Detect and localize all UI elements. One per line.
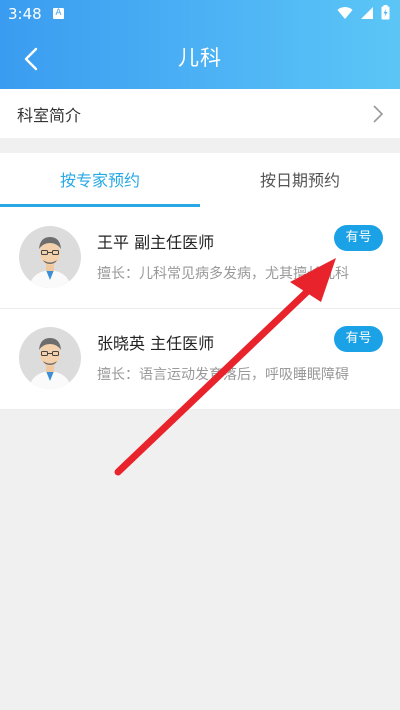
app-header: 3:48 A 儿科 — [0, 0, 400, 89]
booking-tabs: 按专家预约 按日期预约 — [0, 153, 400, 208]
department-intro-row[interactable]: 科室简介 — [0, 89, 400, 138]
availability-badge[interactable]: 有号 — [334, 225, 383, 251]
doctor-specialty: 擅长：儿科常见病多发病，尤其擅长儿科 — [97, 266, 349, 282]
wifi-icon — [337, 6, 353, 19]
doctor-avatar — [19, 327, 81, 389]
notification-icon: A — [53, 8, 64, 19]
doctor-avatar-icon — [29, 338, 71, 389]
chevron-right-icon — [373, 105, 384, 123]
signal-icon — [361, 6, 373, 19]
page-title: 儿科 — [178, 46, 222, 70]
active-tab-indicator — [0, 204, 200, 207]
status-time: 3:48 — [8, 5, 42, 23]
doctor-name: 王平 副主任医师 — [97, 233, 215, 252]
doctor-list: 王平 副主任医师 擅长：儿科常见病多发病，尤其擅长儿科 有号 张晓英 主任医师 … — [0, 208, 400, 410]
availability-badge[interactable]: 有号 — [334, 326, 383, 352]
tab-by-expert[interactable]: 按专家预约 — [0, 153, 200, 208]
doctor-avatar-icon — [29, 237, 71, 288]
doctor-specialty: 擅长：语言运动发育落后，呼吸睡眠障碍 — [97, 367, 349, 383]
department-intro-label: 科室简介 — [17, 105, 82, 125]
battery-icon — [381, 5, 390, 20]
doctor-name: 张晓英 主任医师 — [97, 334, 215, 353]
doctor-avatar — [19, 226, 81, 288]
doctor-row[interactable]: 王平 副主任医师 擅长：儿科常见病多发病，尤其擅长儿科 有号 — [0, 208, 400, 309]
status-icons — [337, 5, 390, 20]
tab-by-date[interactable]: 按日期预约 — [200, 153, 400, 208]
doctor-row[interactable]: 张晓英 主任医师 擅长：语言运动发育落后，呼吸睡眠障碍 有号 — [0, 309, 400, 410]
